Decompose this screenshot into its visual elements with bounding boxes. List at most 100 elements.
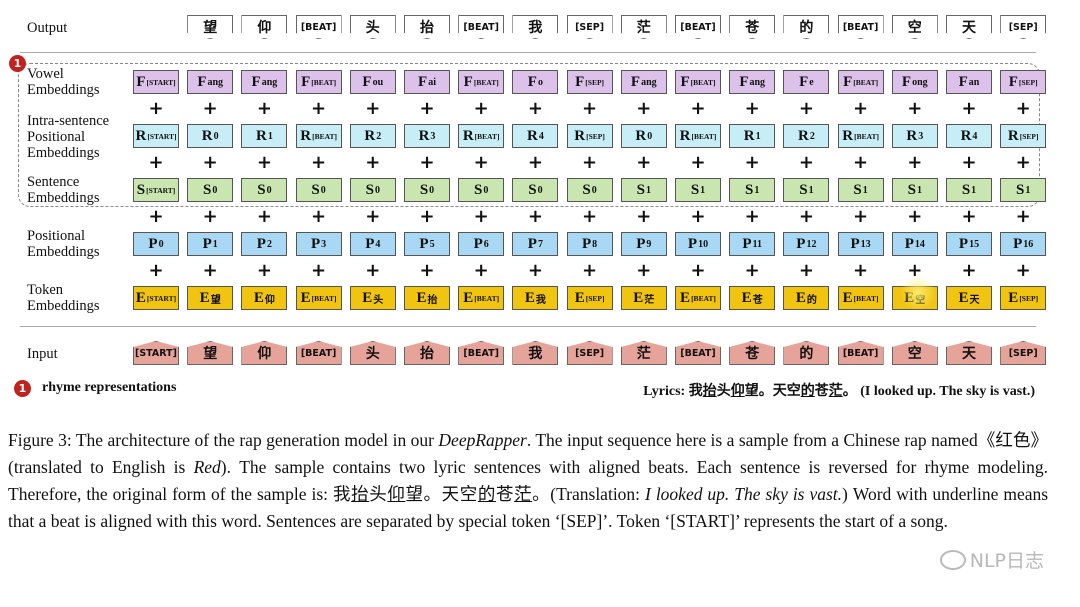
plus-sign: + <box>1015 152 1031 173</box>
plus-sign: + <box>961 152 977 173</box>
embedding-base: P <box>148 235 158 252</box>
positional-embedding: P9 <box>620 232 667 256</box>
embedding-base: R <box>201 127 213 144</box>
embedding-subscript: [BEAT] <box>854 131 879 141</box>
caption-char-beat: 仰 <box>387 484 406 504</box>
embedding-subscript: 1 <box>754 184 760 196</box>
input-token: 的 <box>783 341 830 365</box>
embedding-subscript: 12 <box>806 238 817 250</box>
vowel-embedding: Fang <box>187 70 234 94</box>
embedding-base: F <box>251 73 261 90</box>
positional-embedding: P4 <box>349 232 396 256</box>
embedding-base: S <box>365 181 374 198</box>
vowel-embedding: Fou <box>349 70 396 94</box>
embedding-subscript: [BEAT] <box>853 293 879 303</box>
embedding-base: F <box>739 73 749 90</box>
intra-positional-embedding: R3 <box>891 124 938 148</box>
embedding-subscript: 头 <box>373 294 384 306</box>
input-label: Input <box>27 346 58 362</box>
embedding-subscript: o <box>537 76 543 88</box>
plus-sign: + <box>907 206 923 227</box>
sentence-embedding: S0 <box>404 178 450 202</box>
plus-sign: + <box>527 98 543 119</box>
caption-char: 苍 <box>495 484 515 504</box>
positional-embedding: P 10 <box>675 232 721 256</box>
input-token: 苍 <box>729 341 776 365</box>
embedding-base: S <box>528 181 537 198</box>
token-embedding: E [BEAT] <box>295 286 342 310</box>
vowel-embedding: F [SEP] <box>566 70 613 94</box>
embedding-subscript: 0 <box>158 238 164 250</box>
plus-sign: + <box>148 152 164 173</box>
embedding-subscript: 望 <box>210 294 221 306</box>
embedding-subscript: [BEAT] <box>690 77 716 87</box>
watermark: NLP日志 <box>939 546 1044 573</box>
embedding-subscript: 2 <box>376 130 382 142</box>
embedding-base: P <box>796 235 806 252</box>
plus-sign: + <box>473 152 489 173</box>
sentence-embedding: S1 <box>837 178 884 202</box>
vowel-embedding: F [BEAT] <box>458 70 505 94</box>
plus-sign: + <box>148 206 164 227</box>
plus-sign: + <box>473 260 489 281</box>
embedding-subscript: [BEAT] <box>312 131 337 141</box>
vowel-embedding: Fan <box>946 70 992 94</box>
embedding-base: E <box>904 289 915 306</box>
caption-char: 我 <box>333 484 352 504</box>
embedding-base: E <box>135 289 146 306</box>
embedding-subscript: [SEP] <box>585 77 605 87</box>
output-token: 我 <box>512 15 559 39</box>
plus-sign: + <box>202 260 218 281</box>
embedding-base: E <box>741 289 752 306</box>
sentence-embedding: S1 <box>729 178 776 202</box>
plus-sign: + <box>311 206 327 227</box>
plus-sign: + <box>636 98 652 119</box>
embedding-base: E <box>1008 289 1019 306</box>
plus-sign: + <box>744 260 760 281</box>
embedding-base: E <box>524 289 535 306</box>
input-token: [SEP] <box>1000 341 1047 365</box>
sentence-embedding: S0 <box>187 178 234 202</box>
embedding-base: S <box>582 181 591 198</box>
intra-positional-embedding: R2 <box>349 124 396 148</box>
embedding-base: E <box>416 289 427 306</box>
output-token: 苍 <box>729 15 776 39</box>
vowel-embedding: Fo <box>512 70 559 94</box>
embedding-subscript: 10 <box>698 238 709 250</box>
embedding-subscript: [BEAT] <box>474 293 500 303</box>
plus-sign: + <box>365 98 381 119</box>
plus-sign: + <box>907 152 923 173</box>
embedding-subscript: an <box>968 76 980 88</box>
sentence-embedding: S1 <box>620 178 667 202</box>
embedding-base: F <box>958 73 968 90</box>
embedding-base: R <box>300 127 312 144</box>
token-label: Token Embeddings <box>27 282 100 314</box>
output-token: 空 <box>891 15 938 39</box>
embedding-subscript: 3 <box>321 238 327 250</box>
positional-label-line: Positional <box>27 228 86 244</box>
embedding-subscript: [START] <box>147 131 177 141</box>
intra-positional-embedding: R4 <box>946 124 992 148</box>
embedding-subscript: 14 <box>914 238 925 250</box>
plus-sign: + <box>256 98 272 119</box>
positional-embedding: P 15 <box>946 232 992 256</box>
plus-sign: + <box>853 260 869 281</box>
embedding-subscript: [START] <box>146 185 176 195</box>
output-token: [BEAT] <box>837 15 884 39</box>
embedding-subscript: [SEP] <box>1018 77 1038 87</box>
plus-sign: + <box>419 206 435 227</box>
embedding-base: S <box>1016 181 1025 198</box>
plus-sign: + <box>853 152 869 173</box>
intra-positional-embedding: R [BEAT] <box>295 124 342 148</box>
embedding-subscript: [BEAT] <box>473 77 499 87</box>
input-token: 茫 <box>620 341 667 365</box>
vowel-embedding: Fong <box>891 70 938 94</box>
output-token: 仰 <box>241 15 288 39</box>
input-token: [BEAT] <box>675 341 721 365</box>
plus-sign: + <box>690 152 706 173</box>
embedding-subscript: 空 <box>915 294 926 306</box>
legend-text: rhyme representations <box>42 380 177 395</box>
embedding-base: F <box>463 73 473 90</box>
lyrics-translation: (I looked up. The sky is vast.) <box>860 384 1035 399</box>
embedding-base: P <box>742 235 752 252</box>
